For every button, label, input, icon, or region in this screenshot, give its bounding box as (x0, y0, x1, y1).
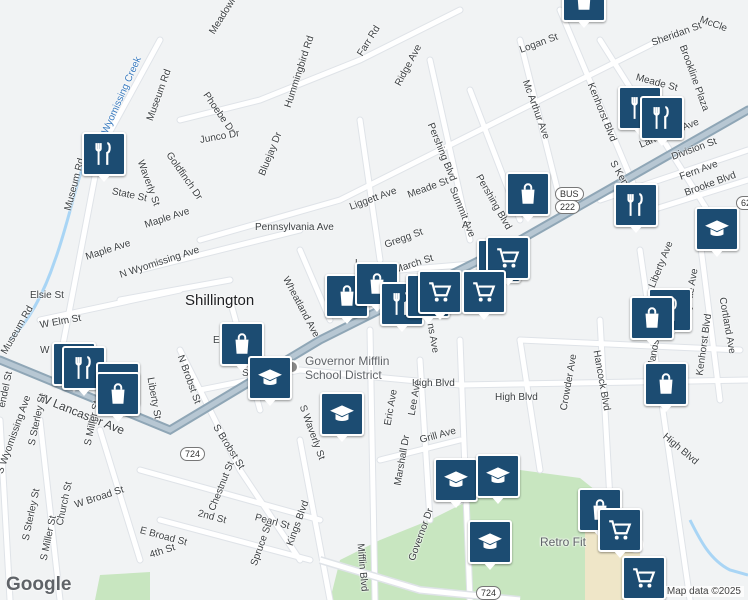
graduation-cap-icon (485, 463, 511, 489)
shopping-bag-marker[interactable] (506, 172, 550, 222)
shopping-cart-marker[interactable] (598, 508, 642, 558)
restaurant-icon (623, 192, 649, 218)
poi-label-governor-mifflin[interactable]: Governor Mifflin (305, 354, 389, 368)
graduation-cap-icon (443, 467, 469, 493)
graduation-cap-marker[interactable] (468, 520, 512, 570)
shopping-cart-icon (631, 565, 657, 591)
graduation-cap-marker[interactable] (320, 392, 364, 442)
shopping-bag-marker[interactable] (630, 296, 674, 346)
shopping-bag-marker[interactable] (96, 372, 140, 422)
graduation-cap-marker[interactable] (434, 458, 478, 508)
shopping-cart-icon (607, 517, 633, 543)
route-shield-724-a: 724 (180, 447, 206, 461)
shopping-cart-marker[interactable] (418, 270, 462, 320)
restaurant-marker[interactable] (614, 183, 658, 233)
street-label-a-fragment: A (462, 220, 469, 231)
street-label-high-blvd-2: High Blvd (495, 392, 538, 403)
graduation-cap-marker[interactable] (476, 454, 520, 504)
graduation-cap-icon (329, 401, 355, 427)
shopping-cart-icon (495, 245, 521, 271)
street-label-elsie: Elsie St (30, 290, 64, 301)
shopping-bag-marker[interactable] (562, 0, 606, 28)
route-shield-724-b: 724 (476, 586, 502, 600)
restaurant-marker[interactable] (82, 132, 126, 182)
restaurant-icon (91, 141, 117, 167)
town-label-shillington: Shillington (185, 292, 255, 309)
shopping-cart-icon (471, 279, 497, 305)
street-label-pennsylvania: Pennsylvania Ave (255, 222, 334, 233)
shopping-bag-icon (229, 331, 255, 357)
graduation-cap-icon (477, 529, 503, 555)
shopping-cart-marker[interactable] (462, 270, 506, 320)
shopping-bag-icon (653, 371, 679, 397)
poi-label-retro-fit[interactable]: Retro Fit (540, 535, 586, 549)
restaurant-icon (649, 105, 675, 131)
shopping-bag-icon (105, 381, 131, 407)
map-attribution[interactable]: Map data ©2025 (663, 586, 744, 597)
shopping-cart-marker[interactable] (622, 556, 666, 600)
google-logo: Google (6, 574, 72, 595)
graduation-cap-icon (704, 216, 730, 242)
shopping-bag-marker[interactable] (644, 362, 688, 412)
poi-label-school-district[interactable]: School District (305, 368, 382, 382)
street-label-e-fragment: E (213, 335, 220, 346)
shopping-bag-icon (571, 0, 597, 13)
shopping-bag-icon (639, 305, 665, 331)
restaurant-icon (71, 355, 97, 381)
shopping-bag-icon (515, 181, 541, 207)
route-shield-us-222: 222 (555, 200, 581, 214)
graduation-cap-marker[interactable] (248, 356, 292, 406)
graduation-cap-icon (257, 365, 283, 391)
map-canvas[interactable]: Meadowlark Rd Museum Rd Phoebe Dr Hummin… (0, 0, 748, 600)
shopping-cart-icon (427, 279, 453, 305)
restaurant-marker[interactable] (640, 96, 684, 146)
route-shield-bus: BUS (555, 187, 584, 201)
graduation-cap-marker[interactable] (695, 207, 739, 257)
